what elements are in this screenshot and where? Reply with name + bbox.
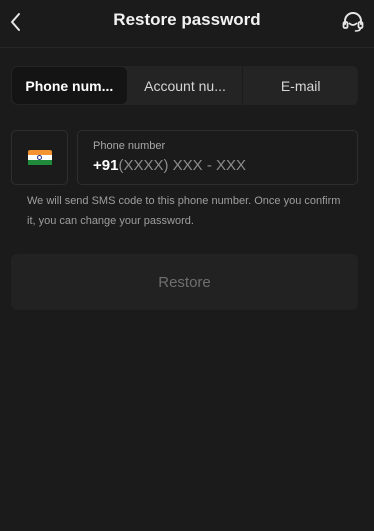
tab-email[interactable]: E-mail xyxy=(243,66,358,105)
app-header: Restore password xyxy=(0,0,374,48)
phone-number-value: +91(XXXX) XXX - XXX xyxy=(93,157,246,174)
restore-button[interactable]: Restore xyxy=(11,254,358,310)
tab-account-number[interactable]: Account nu... xyxy=(128,66,243,105)
country-code: +91 xyxy=(93,157,119,174)
country-selector[interactable] xyxy=(11,130,68,185)
headset-icon xyxy=(342,12,364,32)
india-flag-icon xyxy=(27,149,52,166)
phone-number-label: Phone number xyxy=(93,140,166,152)
chevron-left-icon xyxy=(11,13,20,31)
support-button[interactable] xyxy=(340,9,366,35)
tab-phone-number[interactable]: Phone num... xyxy=(12,67,127,104)
phone-number-input[interactable]: Phone number +91(XXXX) XXX - XXX xyxy=(77,130,358,185)
restore-method-tabs: Phone num... Account nu... E-mail xyxy=(11,66,358,105)
page-title: Restore password xyxy=(113,10,261,29)
phone-number-placeholder: (XXXX) XXX - XXX xyxy=(118,157,246,174)
back-button[interactable] xyxy=(4,8,28,36)
sms-hint-text: We will send SMS code to this phone numb… xyxy=(27,195,341,227)
